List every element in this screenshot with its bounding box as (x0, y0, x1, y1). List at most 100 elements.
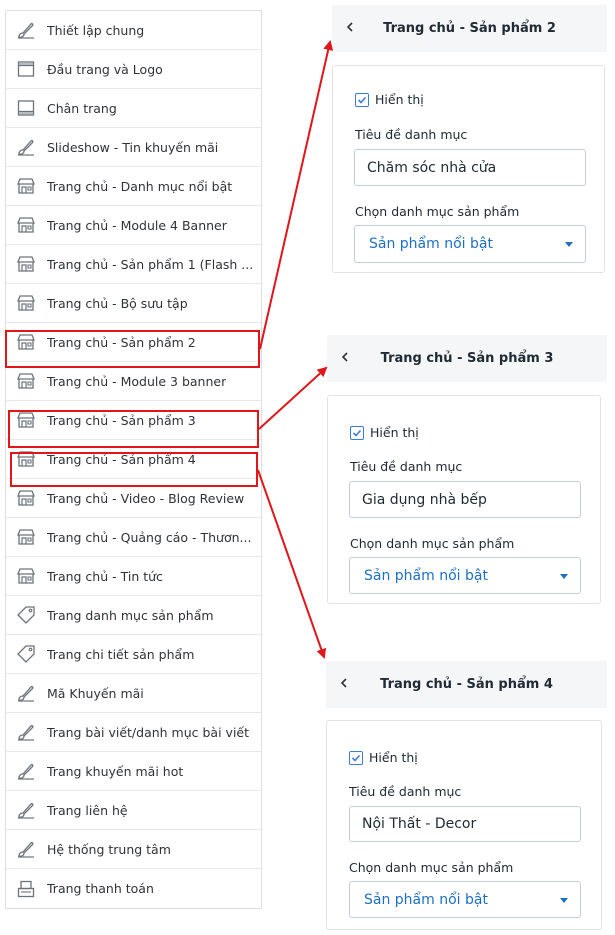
menu-item-label: Hệ thống trung tâm (47, 841, 171, 857)
brush-icon (15, 760, 37, 782)
product-category-label: Chọn danh mục sản phẩm (355, 204, 520, 219)
store-icon (15, 565, 37, 587)
store-icon (15, 448, 37, 470)
menu-item[interactable]: Trang thanh toán (6, 869, 261, 908)
menu-item-label: Thiết lập chung (47, 22, 145, 38)
menu-item-label: Trang chủ - Module 4 Banner (47, 217, 227, 233)
menu-item[interactable]: Trang chủ - Bộ sưu tập (6, 284, 261, 323)
panel-header: Trang chủ - Sản phẩm 3 (327, 335, 607, 382)
product-category-label: Chọn danh mục sản phẩm (350, 536, 515, 551)
show-checkbox-label: Hiển thị (370, 425, 419, 440)
checkbox-checked-icon[interactable] (349, 750, 363, 765)
show-checkbox-row[interactable]: Hiển thị (349, 750, 418, 765)
menu-item[interactable]: Chân trang (6, 89, 261, 128)
show-checkbox-label: Hiển thị (375, 92, 424, 107)
menu-item-label: Trang chủ - Module 3 banner (47, 373, 227, 389)
checkbox-checked-icon[interactable] (355, 92, 369, 107)
menu-item[interactable]: Trang khuyến mãi hot (6, 752, 261, 791)
panel-header: Trang chủ - Sản phẩm 2 (332, 5, 607, 52)
tag-icon (15, 643, 37, 665)
brush-icon (15, 19, 37, 41)
product-category-select[interactable]: Sản phẩm nổi bật (349, 881, 581, 918)
category-title-value: Nội Thất - Decor (362, 816, 477, 832)
store-icon (15, 526, 37, 548)
menu-item[interactable]: Trang chủ - Module 3 banner (6, 362, 261, 401)
menu-item[interactable]: Trang chủ - Sản phẩm 4 (6, 440, 261, 479)
menu-item[interactable]: Đầu trang và Logo (6, 50, 261, 89)
menu-item[interactable]: Trang liên hệ (6, 791, 261, 830)
footer-layout-icon (15, 97, 37, 119)
menu-item[interactable]: Thiết lập chung (6, 11, 261, 50)
show-checkbox-row[interactable]: Hiển thị (350, 425, 419, 440)
panel-title: Trang chủ - Sản phẩm 3 (380, 351, 554, 366)
settings-panel-san-pham-2: Trang chủ - Sản phẩm 2 Hiển thị Tiêu đề … (332, 5, 607, 275)
menu-item-label: Mã Khuyến mãi (47, 685, 144, 701)
category-title-label: Tiêu đề danh mục (350, 459, 463, 474)
menu-item-label: Trang chủ - Sản phẩm 3 (47, 412, 196, 428)
header-layout-icon (15, 58, 37, 80)
category-title-input[interactable]: Chăm sóc nhà cửa (354, 149, 586, 186)
menu-item-label: Trang chủ - Sản phẩm 4 (47, 451, 196, 467)
brush-icon (15, 838, 37, 860)
back-chevron-icon[interactable] (340, 17, 360, 37)
product-category-label: Chọn danh mục sản phẩm (349, 860, 514, 875)
store-icon (15, 409, 37, 431)
menu-item[interactable]: Trang chủ - Module 4 Banner (6, 206, 261, 245)
back-chevron-icon[interactable] (334, 673, 354, 693)
store-icon (15, 331, 37, 353)
menu-item-label: Trang bài viết/danh mục bài viết (47, 724, 250, 740)
category-title-input[interactable]: Gia dụng nhà bếp (349, 481, 581, 518)
menu-item-label: Trang chủ - Sản phẩm 2 (47, 334, 196, 350)
menu-item[interactable]: Trang chủ - Video - Blog Review (6, 479, 261, 518)
menu-item[interactable]: Trang bài viết/danh mục bài viết (6, 713, 261, 752)
menu-item-label: Trang danh mục sản phẩm (47, 607, 214, 623)
category-title-input[interactable]: Nội Thất - Decor (349, 806, 581, 842)
dropdown-caret-icon (560, 573, 568, 579)
category-title-value: Gia dụng nhà bếp (362, 491, 487, 508)
settings-panel-san-pham-3: Trang chủ - Sản phẩm 3 Hiển thị Tiêu đề … (327, 335, 607, 605)
show-checkbox-row[interactable]: Hiển thị (355, 92, 424, 107)
menu-item-label: Trang thanh toán (47, 881, 154, 896)
store-icon (15, 253, 37, 275)
brush-icon (15, 721, 37, 743)
dropdown-caret-icon (560, 897, 568, 903)
settings-panel-san-pham-4: Trang chủ - Sản phẩm 4 Hiển thị Tiêu đề … (326, 661, 607, 931)
menu-item-label: Trang chủ - Sản phẩm 1 (Flash ... (47, 256, 254, 272)
product-category-select[interactable]: Sản phẩm nổi bật (354, 225, 586, 263)
menu-item[interactable]: Trang chủ - Tin tức (6, 557, 261, 596)
arrow-to-panel-san-pham-3 (258, 366, 328, 430)
store-icon (15, 214, 37, 236)
brush-icon (15, 799, 37, 821)
menu-item-label: Chân trang (47, 100, 117, 116)
panel-title: Trang chủ - Sản phẩm 2 (383, 21, 556, 36)
panel-title: Trang chủ - Sản phẩm 4 (380, 677, 553, 692)
menu-item-label: Trang chủ - Quảng cáo - Thươn... (47, 529, 252, 545)
category-title-value: Chăm sóc nhà cửa (367, 159, 497, 176)
store-icon (15, 292, 37, 314)
menu-item[interactable]: Trang chủ - Sản phẩm 1 (Flash ... (6, 245, 261, 284)
menu-item-label: Trang chi tiết sản phẩm (47, 646, 195, 662)
settings-card: Hiển thị Tiêu đề danh mục Chăm sóc nhà c… (332, 65, 605, 273)
menu-item[interactable]: Trang chủ - Sản phẩm 2 (6, 323, 261, 362)
store-icon (15, 175, 37, 197)
menu-item[interactable]: Mã Khuyến mãi (6, 674, 261, 713)
menu-item[interactable]: Trang chi tiết sản phẩm (6, 635, 261, 674)
menu-item-label: Slideshow - Tin khuyến mãi (47, 139, 219, 155)
menu-item[interactable]: Hệ thống trung tâm (6, 830, 261, 869)
product-category-select[interactable]: Sản phẩm nổi bật (349, 557, 581, 594)
checkbox-checked-icon[interactable] (350, 425, 364, 440)
back-chevron-icon[interactable] (335, 347, 355, 367)
menu-item[interactable]: Trang chủ - Danh mục nổi bật (6, 167, 261, 206)
menu-item-label: Trang chủ - Video - Blog Review (47, 490, 245, 506)
menu-item[interactable]: Trang chủ - Quảng cáo - Thươn... (6, 518, 261, 557)
menu-item[interactable]: Trang chủ - Sản phẩm 3 (6, 401, 261, 440)
menu-item[interactable]: Trang danh mục sản phẩm (6, 596, 261, 635)
checkout-icon (15, 878, 37, 900)
brush-icon (15, 136, 37, 158)
menu-item-label: Trang chủ - Bộ sưu tập (47, 295, 188, 311)
tag-icon (15, 604, 37, 626)
settings-card: Hiển thị Tiêu đề danh mục Gia dụng nhà b… (327, 395, 601, 604)
menu-item[interactable]: Slideshow - Tin khuyến mãi (6, 128, 261, 167)
show-checkbox-label: Hiển thị (369, 750, 418, 765)
menu-item-label: Trang khuyến mãi hot (47, 763, 184, 779)
